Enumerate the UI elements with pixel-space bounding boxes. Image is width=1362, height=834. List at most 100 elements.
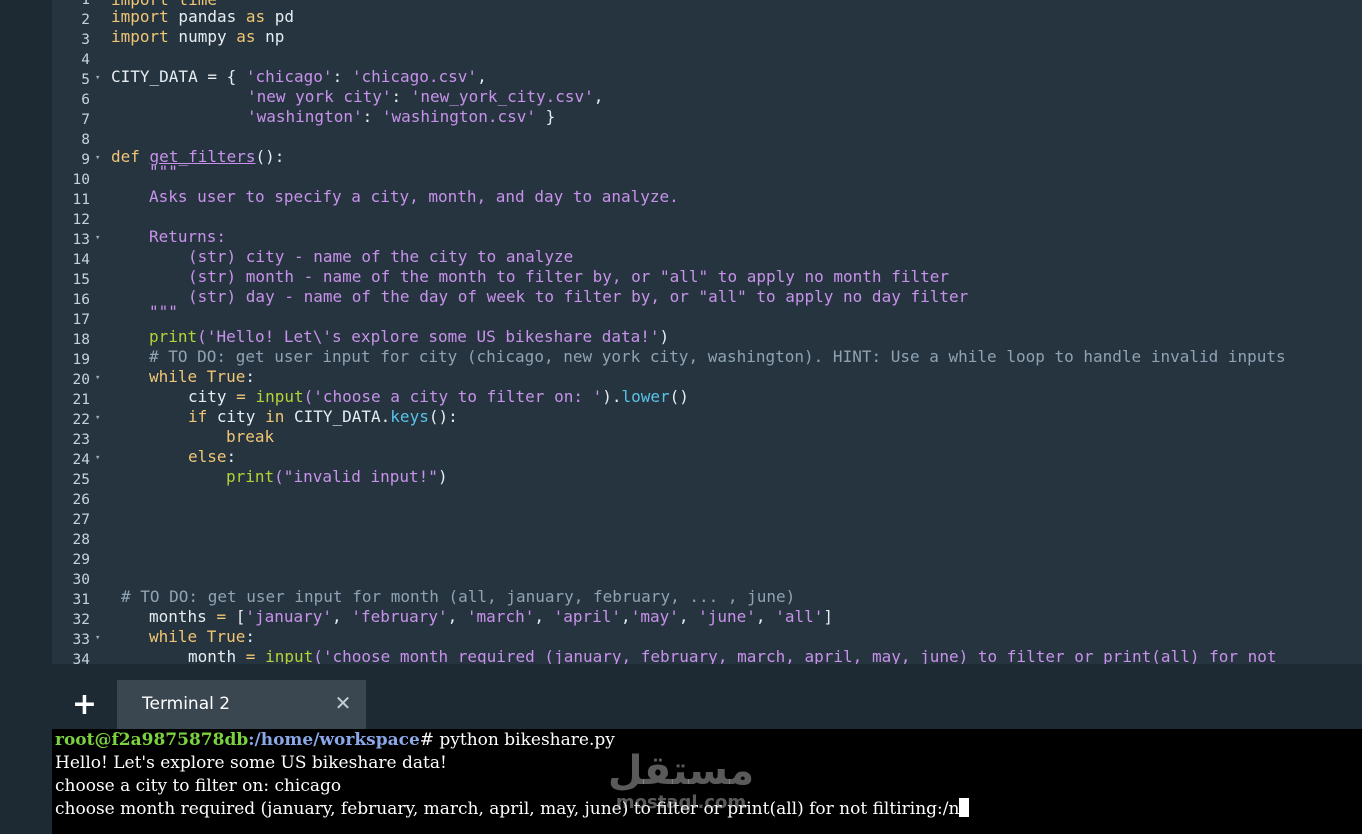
code-line-15: (str) month - name of the month to filte… xyxy=(188,267,949,286)
code-text: numpy xyxy=(168,27,237,46)
builtin: input xyxy=(255,647,314,664)
string: 'june' xyxy=(698,607,756,626)
terminal-output[interactable]: root@f2a9875878db:/home/workspace# pytho… xyxy=(52,729,1362,834)
code-text: city xyxy=(188,387,237,406)
code-text: , xyxy=(534,607,554,626)
string: 'february' xyxy=(351,607,448,626)
code-text: : xyxy=(226,447,237,466)
string: ('choose a city to filter on: ' xyxy=(303,387,603,406)
line-number: 18 xyxy=(72,332,90,348)
code-text: city xyxy=(207,407,266,426)
tab-terminal-2[interactable]: Terminal 2 ✕ xyxy=(117,680,366,729)
code-line-32: months = ['january', 'february', 'march'… xyxy=(149,607,833,627)
fold-toggle-icon[interactable]: ▾ xyxy=(95,628,105,648)
code-text: np xyxy=(255,27,285,46)
new-terminal-button[interactable]: + xyxy=(52,680,117,729)
fold-toggle-icon[interactable]: ▾ xyxy=(95,68,105,88)
line-number: 22 xyxy=(72,412,90,428)
line-number: 30 xyxy=(72,572,90,588)
code-line-31: # TO DO: get user input for month (all, … xyxy=(121,587,796,606)
code-text: (): xyxy=(255,147,285,166)
code-editor[interactable]: 1 2 3 4 5 ▾ 6 7 8 9 ▾ 10 11 12 13 ▾ 14 15 16 17 18 19 20 ▾ 21 22 ▾… xyxy=(52,0,1362,664)
code-text: month xyxy=(188,647,246,664)
prompt-path: :/home/workspace xyxy=(248,730,420,750)
string: 'new york city' xyxy=(247,87,392,106)
code-line-11: Asks user to specify a city, month, and … xyxy=(149,187,679,206)
fold-toggle-icon[interactable]: ▾ xyxy=(95,408,105,428)
line-number: 12 xyxy=(72,212,90,228)
line-number: 26 xyxy=(72,492,90,508)
terminal-tab-bar: + Terminal 2 ✕ xyxy=(52,680,1362,729)
code-text: , xyxy=(593,87,604,106)
line-number: 8 xyxy=(81,132,90,148)
line-number: 34 xyxy=(72,652,90,664)
code-text: , xyxy=(332,607,352,626)
code-text: : xyxy=(362,107,382,126)
code-text: : xyxy=(245,627,255,646)
fold-toggle-icon[interactable]: ▾ xyxy=(95,368,105,388)
close-icon[interactable]: ✕ xyxy=(332,692,354,714)
code-text: ). xyxy=(602,387,622,406)
line-number-gutter: 1 2 3 4 5 ▾ 6 7 8 9 ▾ 10 11 12 13 ▾ 14 15 16 17 18 19 20 ▾ 21 22 ▾… xyxy=(52,0,107,664)
keyword: as xyxy=(245,7,266,26)
keyword: in xyxy=(265,407,285,426)
string: 'chicago.csv' xyxy=(351,67,478,86)
keyword: else xyxy=(188,447,227,466)
prompt-command: # python bikeshare.py xyxy=(419,730,615,750)
keyword: True xyxy=(197,627,246,646)
string: 'washington' xyxy=(247,107,363,126)
keyword: import xyxy=(111,7,169,26)
code-line-34: month = input('choose month required (ja… xyxy=(188,647,1277,664)
code-line-6: 'new york city': 'new_york_city.csv', xyxy=(247,87,603,107)
line-number: 31 xyxy=(72,592,90,608)
terminal-text: choose month required (january, february… xyxy=(55,799,960,819)
line-number: 27 xyxy=(72,512,90,528)
builtin: input xyxy=(245,387,304,406)
code-line-10: """ xyxy=(149,162,178,181)
code-text: ] xyxy=(823,607,833,626)
line-number: 17 xyxy=(72,312,90,328)
code-line-14: (str) city - name of the city to analyze xyxy=(188,247,574,266)
string: 'new_york_city.csv' xyxy=(410,87,594,106)
code-text: : xyxy=(332,67,352,86)
left-sidebar-strip xyxy=(0,0,52,834)
code-area[interactable]: import time import pandas as pd import n… xyxy=(111,0,1362,664)
line-number: 4 xyxy=(81,52,90,68)
string: 'chicago' xyxy=(245,67,333,86)
line-number: 19 xyxy=(72,352,90,368)
fold-toggle-icon[interactable]: ▾ xyxy=(95,448,105,468)
code-text: pd xyxy=(265,7,295,26)
terminal-line-2: Hello! Let's explore some US bikeshare d… xyxy=(55,753,447,773)
line-number: 2 xyxy=(81,12,90,28)
fold-toggle-icon[interactable]: ▾ xyxy=(95,148,105,168)
code-line-5: CITY_DATA = { 'chicago': 'chicago.csv', xyxy=(111,67,487,87)
terminal-line-4: choose month required (january, february… xyxy=(55,798,970,821)
string: ('Hello! Let\'s explore some US bikeshar… xyxy=(197,327,660,346)
line-number: 3 xyxy=(81,32,90,48)
ide-window: 1 2 3 4 5 ▾ 6 7 8 9 ▾ 10 11 12 13 ▾ 14 15 16 17 18 19 20 ▾ 21 22 ▾… xyxy=(0,0,1362,834)
line-number: 23 xyxy=(72,432,90,448)
fold-toggle-icon[interactable]: ▾ xyxy=(95,228,105,248)
code-text: [ xyxy=(226,607,246,626)
string: 'april' xyxy=(553,607,622,626)
code-line-21: city = input('choose a city to filter on… xyxy=(188,387,689,407)
code-line-22: if city in CITY_DATA.keys(): xyxy=(188,407,458,427)
code-text: () xyxy=(669,387,689,406)
code-line-16: (str) day - name of the day of week to f… xyxy=(188,287,969,306)
code-line-9: def get_filters(): xyxy=(111,147,284,167)
line-number: 1 xyxy=(81,0,90,8)
code-text: , xyxy=(477,67,487,86)
string: 'may' xyxy=(630,607,679,626)
keyword: while xyxy=(149,367,198,386)
tab-label: Terminal 2 xyxy=(142,694,231,714)
line-number: 10 xyxy=(72,172,90,188)
code-line-24: else: xyxy=(188,447,236,467)
line-number: 16 xyxy=(72,292,90,308)
string: 'january' xyxy=(245,607,333,626)
code-text: , xyxy=(447,607,467,626)
keyword: True xyxy=(197,367,246,386)
code-line-2: import pandas as pd xyxy=(111,7,294,27)
code-text: CITY_DATA = { xyxy=(111,67,246,86)
terminal-cursor xyxy=(959,798,970,817)
builtin: print xyxy=(149,327,198,346)
